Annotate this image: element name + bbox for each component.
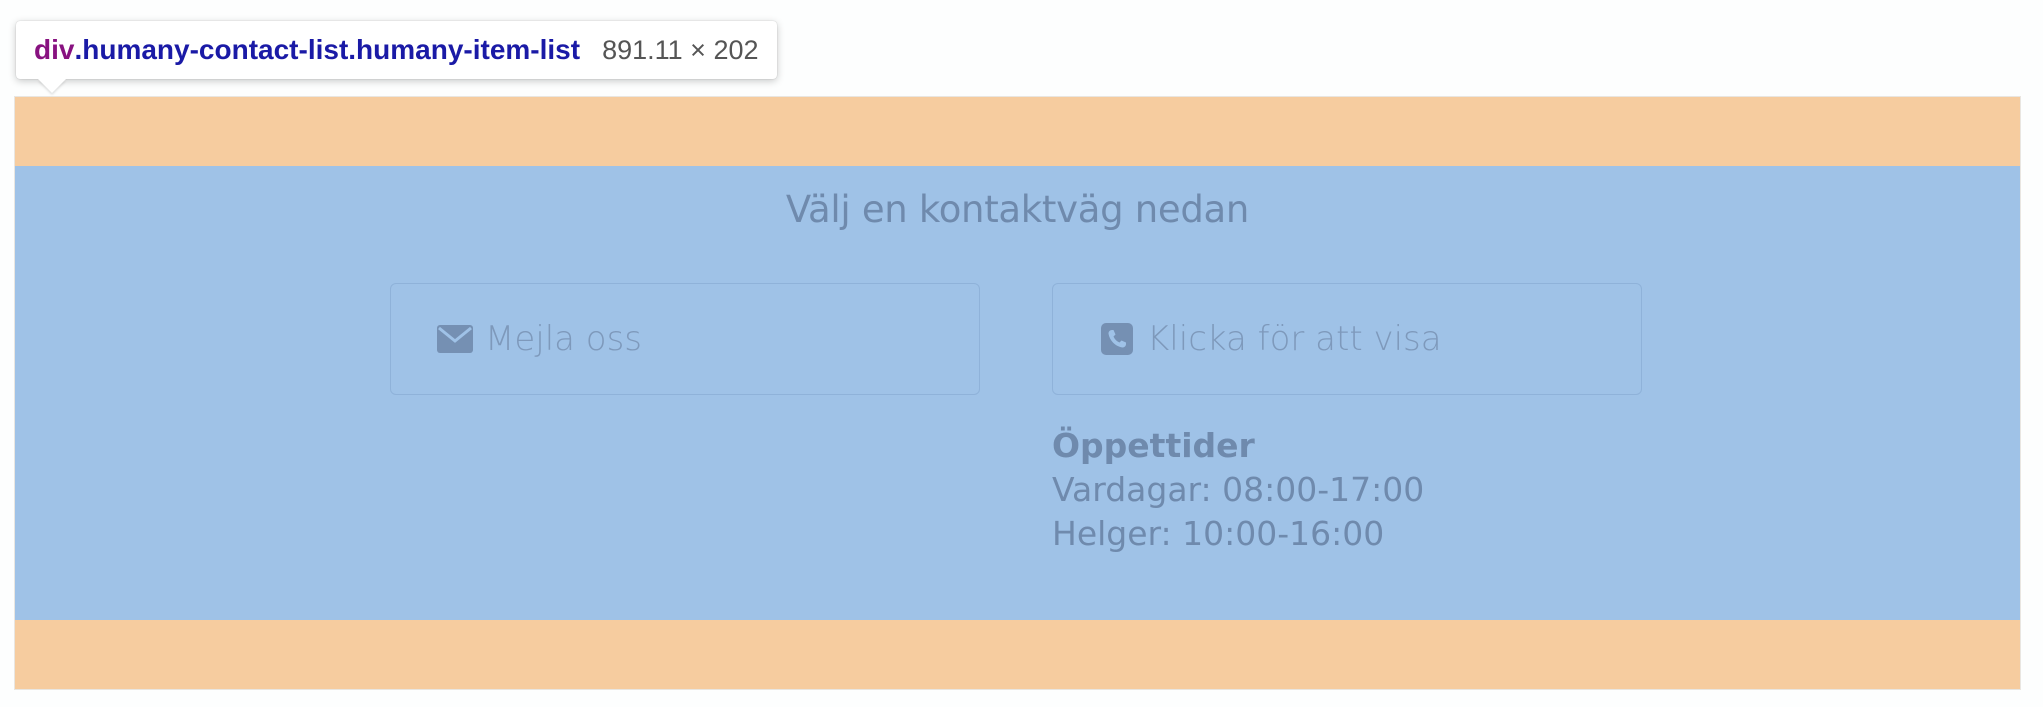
tooltip-class-names: .humany-contact-list.humany-item-list	[74, 34, 581, 65]
phone-contact-button[interactable]: Klicka för att visa	[1052, 283, 1642, 395]
email-contact-button[interactable]: Mejla oss	[390, 283, 980, 395]
contact-list: Välj en kontaktväg nedan Mejla oss Klick…	[15, 166, 2020, 620]
devtools-element-tooltip: div .humany-contact-list.humany-item-list…	[16, 21, 777, 79]
tooltip-tag-name: div	[34, 34, 75, 65]
opening-hours-weekends: Helger: 10:00-16:00	[1052, 514, 1385, 553]
phone-icon	[1099, 321, 1135, 357]
envelope-icon	[437, 321, 473, 357]
opening-hours-title: Öppettider	[1052, 426, 1255, 465]
email-contact-label: Mejla oss	[485, 319, 643, 359]
phone-contact-label: Klicka för att visa	[1147, 319, 1442, 359]
opening-hours-weekdays: Vardagar: 08:00-17:00	[1052, 470, 1425, 509]
inspected-element-highlight: Välj en kontaktväg nedan Mejla oss Klick…	[15, 97, 2020, 689]
tooltip-dimensions: 891.11 × 202	[602, 34, 759, 65]
page: div .humany-contact-list.humany-item-list…	[0, 0, 2043, 707]
contact-heading: Välj en kontaktväg nedan	[785, 188, 1250, 231]
opening-hours: Öppettider Vardagar: 08:00-17:00 Helger:…	[1052, 424, 1424, 556]
